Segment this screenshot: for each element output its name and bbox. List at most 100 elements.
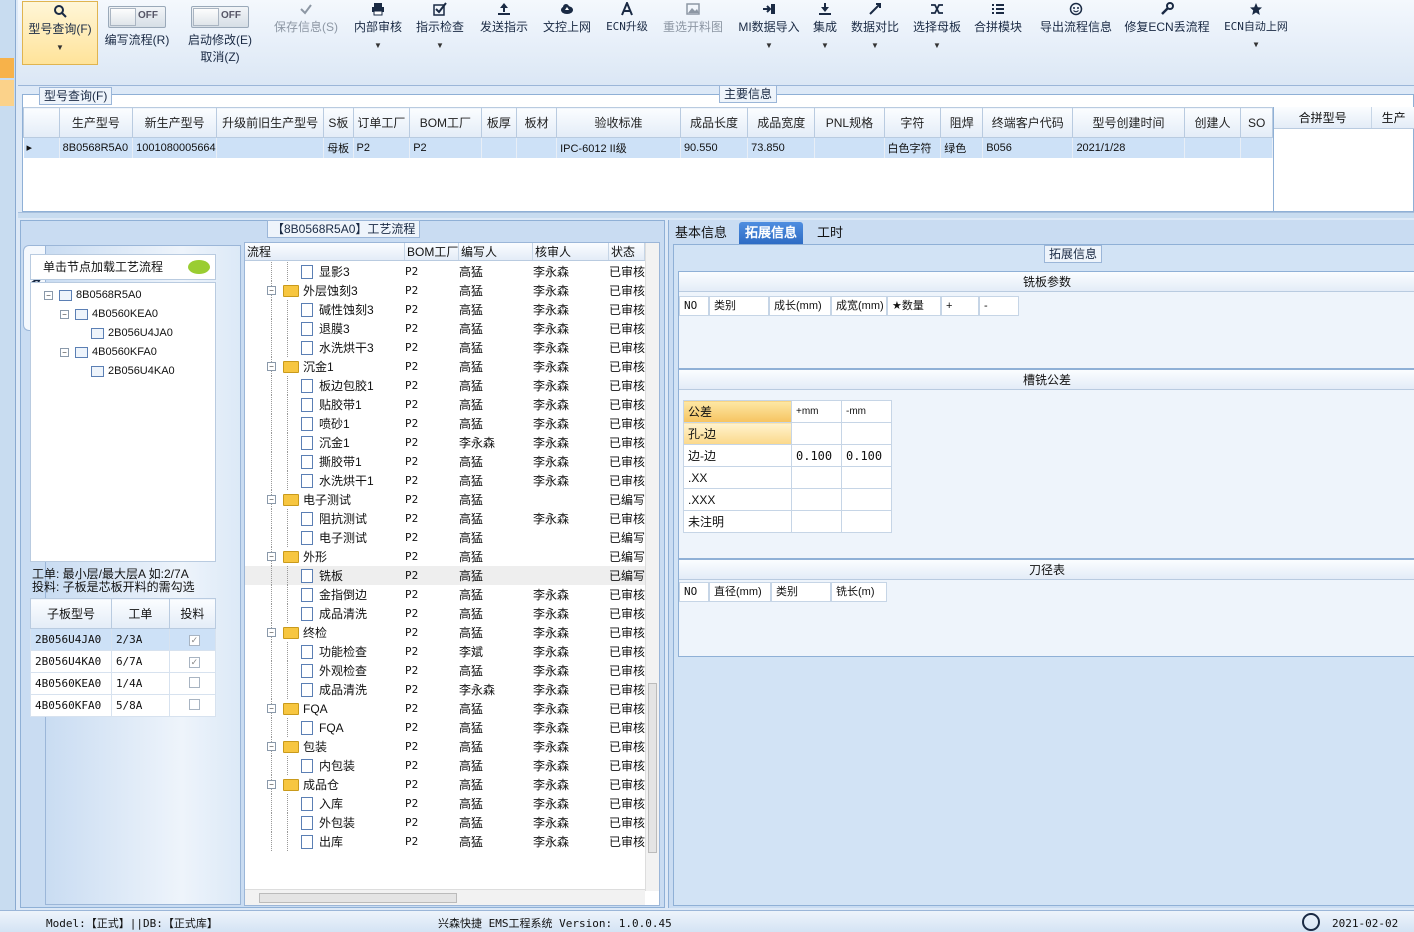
sub-model-cell[interactable]: 2B056U4JA0 (30, 628, 112, 651)
flow-writer-cell[interactable]: 高猛 (459, 282, 533, 299)
main-cell[interactable]: 73.850 (747, 137, 816, 158)
flow-status-cell[interactable]: 已审核 (609, 605, 645, 622)
flow-writer-cell[interactable]: 高猛 (459, 529, 533, 546)
main-col-header[interactable]: 订单工厂 (352, 107, 411, 138)
flow-name-cell[interactable]: 内包装 (245, 756, 405, 775)
internal-review-button[interactable]: 内部审核 ▼ (352, 0, 404, 66)
flow-name-cell[interactable]: − 沉金1 (245, 357, 405, 376)
flow-row[interactable]: 金指倒边 P2 高猛 李永森 已审核 (245, 585, 645, 604)
flow-name-cell[interactable]: 沉金1 (245, 433, 405, 452)
sub-order-cell[interactable]: 6/7A (110, 650, 170, 673)
tolerance-minus-cell[interactable] (841, 466, 892, 489)
merge-module-button[interactable]: 合拼模块 (972, 0, 1024, 66)
flow-reviewer-cell[interactable]: 李永森 (533, 377, 609, 394)
flow-status-cell[interactable]: 已审核 (609, 738, 645, 755)
flow-reviewer-cell[interactable]: 李永森 (533, 776, 609, 793)
main-cell[interactable] (1240, 137, 1273, 158)
flow-writer-cell[interactable]: 高猛 (459, 396, 533, 413)
main-col-header[interactable]: 新生产型号 (132, 107, 218, 138)
flow-row[interactable]: − 包装 P2 高猛 李永森 已审核 (245, 737, 645, 756)
flow-name-cell[interactable]: 外观检查 (245, 661, 405, 680)
flow-status-cell[interactable]: 已审核 (609, 757, 645, 774)
tree-node[interactable]: 2B056U4KA0 (91, 365, 175, 377)
flow-name-cell[interactable]: FQA (245, 718, 405, 737)
flow-bom-cell[interactable]: P2 (405, 436, 459, 449)
tolerance-row[interactable]: 边-边 0.100 0.100 (683, 444, 892, 467)
flow-reviewer-cell[interactable]: 李永森 (533, 339, 609, 356)
flow-row[interactable]: 入库 P2 高猛 李永森 已审核 (245, 794, 645, 813)
scroll-thumb[interactable] (259, 893, 457, 903)
flow-writer-cell[interactable]: 高猛 (459, 795, 533, 812)
flow-status-cell[interactable]: 已审核 (609, 700, 645, 717)
flow-status-cell[interactable]: 已审核 (609, 301, 645, 318)
flow-bom-cell[interactable]: P2 (405, 398, 459, 411)
main-cell[interactable]: 2021/1/28 (1072, 137, 1185, 158)
flow-writer-cell[interactable]: 高猛 (459, 358, 533, 375)
main-cell[interactable]: 10010800056643 (132, 137, 218, 158)
main-cell[interactable]: 绿色 (940, 137, 984, 158)
flow-status-cell[interactable]: 已审核 (609, 453, 645, 470)
flow-reviewer-cell[interactable]: 李永森 (533, 605, 609, 622)
flow-row[interactable]: 外观检查 P2 高猛 李永森 已审核 (245, 661, 645, 680)
reselect-cut-button[interactable]: 重选开料图 (660, 0, 726, 66)
flow-name-cell[interactable]: 板边包胶1 (245, 376, 405, 395)
flow-bom-cell[interactable]: P2 (405, 778, 459, 791)
main-cell[interactable]: IPC-6012 II级 (556, 137, 681, 158)
tree-node[interactable]: 4B0560KEA0 (75, 308, 158, 320)
flow-bom-cell[interactable]: P2 (405, 683, 459, 696)
flow-reviewer-cell[interactable]: 李永森 (533, 624, 609, 641)
main-cell[interactable] (814, 137, 885, 158)
sub-model-cell[interactable]: 2B056U4KA0 (30, 650, 112, 673)
flow-reviewer-cell[interactable]: 李永森 (533, 472, 609, 489)
flow-status-cell[interactable]: 已审核 (609, 681, 645, 698)
flow-vertical-scrollbar[interactable] (645, 243, 659, 891)
collapse-toggle[interactable]: − (267, 628, 276, 637)
flow-name-cell[interactable]: 退膜3 (245, 319, 405, 338)
feed-checkbox[interactable]: ✓ (188, 656, 200, 668)
sub-board-row[interactable]: 2B056U4KA0 6/7A ✓ (30, 650, 217, 673)
flow-row[interactable]: 显影3 P2 高猛 李永森 已审核 (245, 262, 645, 281)
flow-name-cell[interactable]: 成品清洗 (245, 604, 405, 623)
main-cell[interactable]: 8B0568R5A0 (59, 137, 134, 158)
start-modify-switch[interactable]: OFF (191, 6, 249, 28)
remove-row-button[interactable]: - (979, 296, 1019, 316)
flow-reviewer-cell[interactable]: 李永森 (533, 700, 609, 717)
main-col-header[interactable]: SO (1240, 107, 1273, 138)
tolerance-row[interactable]: 孔-边 (683, 422, 892, 445)
export-flow-button[interactable]: 导出流程信息 (1036, 0, 1116, 66)
flow-writer-cell[interactable]: 高猛 (459, 263, 533, 280)
flow-name-cell[interactable]: 贴胶带1 (245, 395, 405, 414)
flow-status-cell[interactable]: 已编写 (609, 491, 645, 508)
flow-reviewer-cell[interactable]: 李永森 (533, 263, 609, 280)
flow-bom-cell[interactable]: P2 (405, 512, 459, 525)
flow-bom-cell[interactable]: P2 (405, 702, 459, 715)
flow-name-cell[interactable]: 外包装 (245, 813, 405, 832)
flow-bom-cell[interactable]: P2 (405, 474, 459, 487)
collapse-toggle[interactable]: − (267, 552, 276, 561)
flow-reviewer-cell[interactable]: 李永森 (533, 681, 609, 698)
main-cell[interactable]: P2 (353, 137, 411, 158)
flow-name-cell[interactable]: 水洗烘干3 (245, 338, 405, 357)
flow-bom-cell[interactable]: P2 (405, 531, 459, 544)
main-col-header[interactable]: 板厚 (480, 107, 518, 138)
main-col-header[interactable]: S板 (323, 107, 354, 138)
main-cell[interactable] (516, 137, 558, 158)
main-cell[interactable] (216, 137, 325, 158)
flow-row[interactable]: − 电子测试 P2 高猛 已编写 (245, 490, 645, 509)
feed-checkbox[interactable] (188, 698, 200, 710)
main-col-header[interactable]: 升级前旧生产型号 (216, 107, 325, 138)
main-cell[interactable]: 90.550 (680, 137, 749, 158)
flow-reviewer-cell[interactable]: 李永森 (533, 434, 609, 451)
flow-bom-cell[interactable]: P2 (405, 569, 459, 582)
main-cell[interactable]: P2 (409, 137, 482, 158)
flow-writer-cell[interactable]: 高猛 (459, 491, 533, 508)
flow-writer-cell[interactable]: 高猛 (459, 510, 533, 527)
flow-writer-cell[interactable]: 高猛 (459, 757, 533, 774)
flow-row[interactable]: 水洗烘干1 P2 高猛 李永森 已审核 (245, 471, 645, 490)
flow-name-cell[interactable]: − 外形 (245, 547, 405, 566)
sub-board-row[interactable]: 4B0560KEA0 1/4A (30, 672, 217, 695)
main-col-header[interactable]: 成品长度 (679, 107, 749, 138)
flow-writer-cell[interactable]: 高猛 (459, 700, 533, 717)
data-compare-button[interactable]: 数据对比 ▼ (848, 0, 902, 66)
flow-status-cell[interactable]: 已审核 (609, 472, 645, 489)
